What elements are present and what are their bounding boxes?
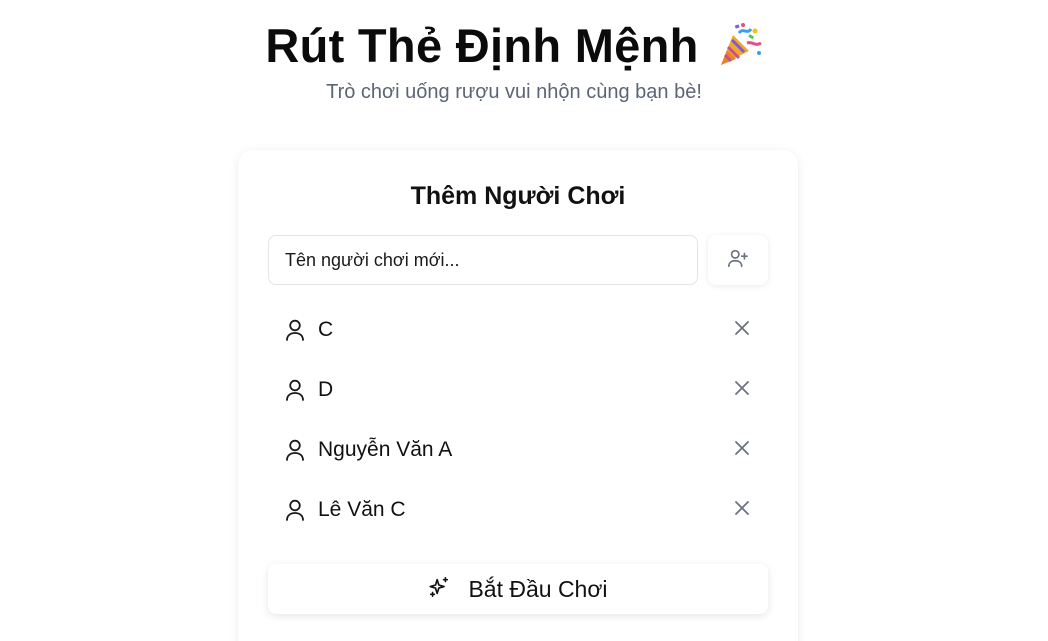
page: Rút Thẻ Định Mệnh Trò chơi uống rượu vui…	[0, 0, 1048, 641]
player-item: D	[268, 360, 768, 420]
add-player-row	[268, 235, 768, 285]
remove-player-button[interactable]	[730, 498, 754, 522]
player-name: C	[318, 318, 334, 341]
close-icon	[735, 320, 749, 340]
user-plus-icon	[727, 247, 749, 274]
player-item: Nguyễn Văn A	[268, 420, 768, 480]
remove-player-button[interactable]	[730, 438, 754, 462]
player-name: Lê Văn C	[318, 498, 406, 521]
close-icon	[735, 440, 749, 460]
player-name: D	[318, 378, 334, 401]
party-popper-icon	[715, 21, 763, 69]
start-button-label: Bắt Đầu Chơi	[468, 575, 608, 602]
player-item: Lê Văn C	[268, 480, 768, 540]
remove-player-button[interactable]	[730, 318, 754, 342]
user-icon	[284, 438, 306, 462]
user-icon	[284, 498, 306, 522]
close-icon	[735, 500, 749, 520]
user-icon	[284, 318, 306, 342]
start-game-button[interactable]: Bắt Đầu Chơi	[268, 564, 768, 614]
remove-player-button[interactable]	[730, 378, 754, 402]
player-name-input[interactable]	[268, 235, 698, 285]
player-item: C	[268, 300, 768, 360]
player-name: Nguyễn Văn A	[318, 438, 453, 461]
page-title: Rút Thẻ Định Mệnh	[265, 18, 699, 72]
player-list: C D Nguyễn Văn A Lê Văn C	[268, 300, 768, 540]
sparkles-icon	[428, 576, 450, 603]
header: Rút Thẻ Định Mệnh Trò chơi uống rượu vui…	[0, 14, 1028, 104]
page-subtitle: Trò chơi uống rượu vui nhộn cùng bạn bè!	[326, 81, 702, 103]
card-title: Thêm Người Chơi	[410, 182, 626, 210]
close-icon	[735, 380, 749, 400]
user-icon	[284, 378, 306, 402]
add-player-button[interactable]	[708, 235, 768, 285]
add-players-card: Thêm Người Chơi Tên người chơi mới... C …	[238, 150, 798, 641]
title-row: Rút Thẻ Định Mệnh	[0, 14, 1028, 76]
